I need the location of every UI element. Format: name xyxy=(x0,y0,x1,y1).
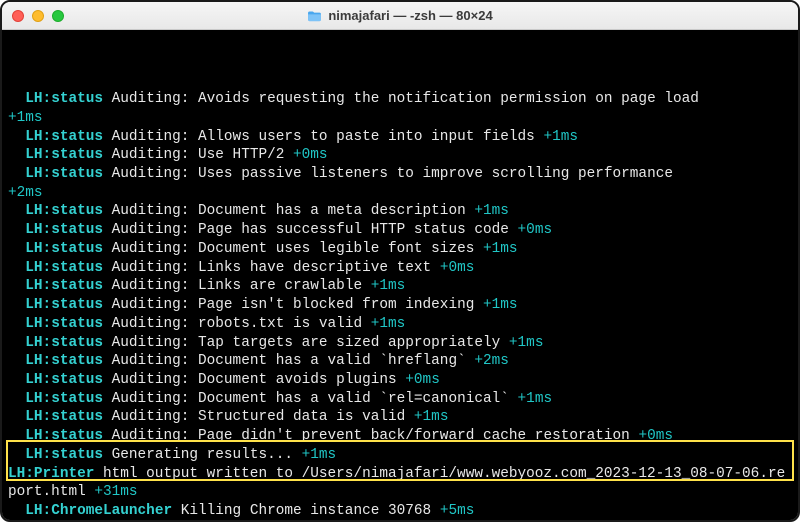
terminal-line: LH:status Auditing: Page has successful … xyxy=(8,221,792,240)
terminal-line: LH:status Auditing: Use HTTP/2 +0ms xyxy=(8,146,792,165)
log-tag: LH:status xyxy=(25,260,103,276)
terminal-line: LH:Printer html output written to /Users… xyxy=(8,465,792,502)
close-icon[interactable] xyxy=(12,10,24,22)
log-tag: LH:status xyxy=(25,447,103,463)
log-text: Auditing: Links have descriptive text xyxy=(103,260,440,276)
terminal-line: LH:status Auditing: Allows users to past… xyxy=(8,128,792,147)
log-text: Auditing: Document has a valid `hreflang… xyxy=(103,353,474,369)
minimize-icon[interactable] xyxy=(32,10,44,22)
zoom-icon[interactable] xyxy=(52,10,64,22)
log-timing: +1ms xyxy=(518,391,553,407)
terminal-line: LH:status Auditing: Document has a valid… xyxy=(8,390,792,409)
log-timing: +0ms xyxy=(518,222,553,238)
terminal-line: LH:status Auditing: Document uses legibl… xyxy=(8,240,792,259)
log-timing: +0ms xyxy=(405,372,440,388)
log-text: Auditing: Allows users to paste into inp… xyxy=(103,129,543,145)
log-timing: +2ms xyxy=(8,185,43,201)
terminal-line: LH:status Auditing: robots.txt is valid … xyxy=(8,315,792,334)
log-timing: +1ms xyxy=(371,316,406,332)
terminal-body[interactable]: LH:status Auditing: Avoids requesting th… xyxy=(2,30,798,520)
terminal-line: LH:status Auditing: Document has a meta … xyxy=(8,202,792,221)
log-tag: LH:status xyxy=(25,428,103,444)
log-text: Auditing: robots.txt is valid xyxy=(103,316,371,332)
log-text: Generating results... xyxy=(103,447,302,463)
terminal-line: LH:status Auditing: Page didn't prevent … xyxy=(8,427,792,446)
log-text: Auditing: Use HTTP/2 xyxy=(103,147,293,163)
log-tag: LH:status xyxy=(25,335,103,351)
log-text: Auditing: Tap targets are sized appropri… xyxy=(103,335,509,351)
terminal-line: LH:status Auditing: Avoids requesting th… xyxy=(8,90,792,109)
terminal-line: LH:status Auditing: Page isn't blocked f… xyxy=(8,296,792,315)
log-timing: +1ms xyxy=(8,110,43,126)
log-timing: +31ms xyxy=(94,484,137,500)
log-text: Auditing: Document uses legible font siz… xyxy=(103,241,483,257)
terminal-line: LH:status Auditing: Links have descripti… xyxy=(8,259,792,278)
log-text: Auditing: Avoids requesting the notifica… xyxy=(103,91,708,107)
log-text: Auditing: Document avoids plugins xyxy=(103,372,405,388)
terminal-line: LH:status Auditing: Links are crawlable … xyxy=(8,277,792,296)
log-tag: LH:status xyxy=(25,129,103,145)
log-text: Auditing: Document has a meta descriptio… xyxy=(103,203,474,219)
log-timing: +1ms xyxy=(483,297,518,313)
terminal-window: nimajafari — -zsh — 80×24 LH:status Audi… xyxy=(0,0,800,522)
log-timing: +1ms xyxy=(543,129,578,145)
log-tag: LH:status xyxy=(25,391,103,407)
log-text: Killing Chrome instance 30768 xyxy=(172,503,440,519)
log-text: Auditing: Page didn't prevent back/forwa… xyxy=(103,428,638,444)
log-tag: LH:status xyxy=(25,166,103,182)
log-tag: LH:status xyxy=(25,278,103,294)
log-tag: LH:ChromeLauncher xyxy=(25,503,172,519)
terminal-line: LH:status Auditing: Uses passive listene… xyxy=(8,165,792,184)
log-timing: +0ms xyxy=(293,147,328,163)
log-tag: LH:status xyxy=(25,372,103,388)
log-timing: +0ms xyxy=(440,260,475,276)
log-text: Auditing: Structured data is valid xyxy=(103,409,414,425)
terminal-line: +1ms xyxy=(8,109,792,128)
terminal-line: LH:status Auditing: Document avoids plug… xyxy=(8,371,792,390)
log-tag: LH:Printer xyxy=(8,466,94,482)
terminal-line: LH:status Auditing: Document has a valid… xyxy=(8,352,792,371)
log-timing: +1ms xyxy=(474,203,509,219)
log-timing: +1ms xyxy=(509,335,544,351)
log-tag: LH:status xyxy=(25,316,103,332)
terminal-line: +2ms xyxy=(8,184,792,203)
log-tag: LH:status xyxy=(25,297,103,313)
log-timing: +1ms xyxy=(302,447,337,463)
terminal-line: LH:status Auditing: Tap targets are size… xyxy=(8,334,792,353)
log-text: Auditing: Uses passive listeners to impr… xyxy=(103,166,682,182)
log-tag: LH:status xyxy=(25,222,103,238)
log-timing: +1ms xyxy=(483,241,518,257)
terminal-line: LH:ChromeLauncher Killing Chrome instanc… xyxy=(8,502,792,520)
log-timing: +0ms xyxy=(638,428,673,444)
log-text: Auditing: Links are crawlable xyxy=(103,278,371,294)
log-timing: +5ms xyxy=(440,503,475,519)
log-tag: LH:status xyxy=(25,241,103,257)
window-title: nimajafari — -zsh — 80×24 xyxy=(307,8,492,23)
titlebar: nimajafari — -zsh — 80×24 xyxy=(2,2,798,30)
traffic-lights xyxy=(12,10,64,22)
log-timing: +1ms xyxy=(371,278,406,294)
log-tag: LH:status xyxy=(25,203,103,219)
folder-icon xyxy=(307,10,322,22)
log-timing: +2ms xyxy=(474,353,509,369)
log-tag: LH:status xyxy=(25,353,103,369)
terminal-line: LH:status Auditing: Structured data is v… xyxy=(8,408,792,427)
log-tag: LH:status xyxy=(25,409,103,425)
log-text: Auditing: Page has successful HTTP statu… xyxy=(103,222,518,238)
log-timing: +1ms xyxy=(414,409,449,425)
log-text: Auditing: Page isn't blocked from indexi… xyxy=(103,297,483,313)
terminal-line: LH:status Generating results... +1ms xyxy=(8,446,792,465)
log-tag: LH:status xyxy=(25,147,103,163)
log-tag: LH:status xyxy=(25,91,103,107)
window-title-text: nimajafari — -zsh — 80×24 xyxy=(328,8,492,23)
log-text: Auditing: Document has a valid `rel=cano… xyxy=(103,391,518,407)
